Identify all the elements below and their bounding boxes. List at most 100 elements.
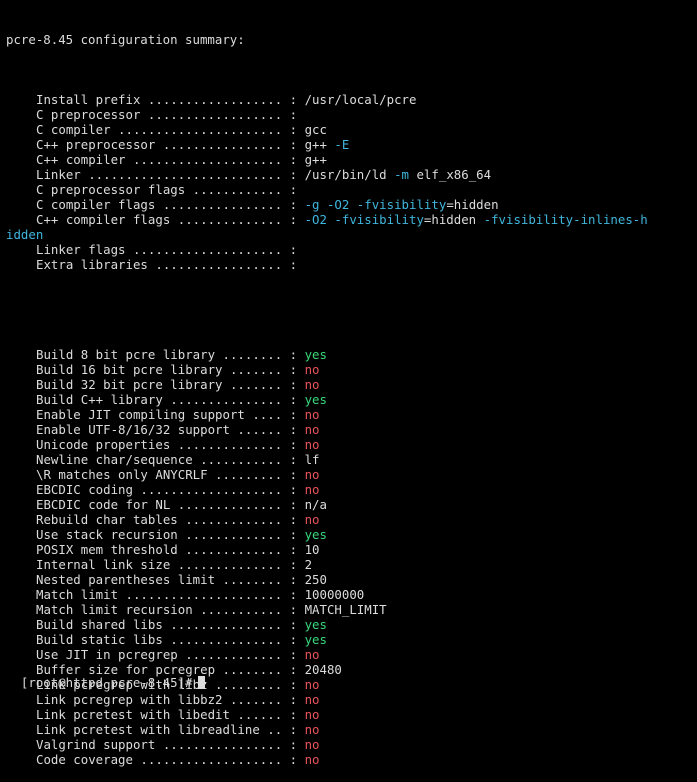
config-row: Build 16 bit pcre library ....... : no — [6, 362, 697, 377]
config-label: Build 32 bit pcre library ....... : — [36, 377, 298, 392]
config-row: Unicode properties .............. : no — [6, 437, 697, 452]
config-row: POSIX mem threshold ............. : 10 — [6, 542, 697, 557]
config-label: Link pcretest with libedit ...... : — [36, 707, 298, 722]
config-label: Build 16 bit pcre library ....... : — [36, 362, 298, 377]
config-row: EBCDIC coding ................... : no — [6, 482, 697, 497]
config-value: 20480 — [304, 662, 342, 677]
config-value: no — [304, 722, 320, 737]
config-value: /usr/bin/ld — [304, 167, 395, 182]
config-row: Rebuild char tables ............. : no — [6, 512, 697, 527]
config-row: Extra libraries ................. : — [6, 257, 697, 272]
config-value: no — [304, 512, 320, 527]
paths-section: Install prefix .................. : /usr… — [6, 92, 697, 272]
config-label: Install prefix .................. : — [36, 92, 298, 107]
config-row: C++ compiler flags .............. : -O2 … — [6, 212, 697, 227]
config-value: yes — [304, 617, 327, 632]
config-value: g++ — [304, 137, 335, 152]
config-label: Rebuild char tables ............. : — [36, 512, 298, 527]
config-label: Match limit recursion ........... : — [36, 602, 298, 617]
config-value: /usr/local/pcre — [304, 92, 417, 107]
config-value: n/a — [304, 497, 327, 512]
config-row: Enable JIT compiling support .... : no — [6, 407, 697, 422]
config-value: no — [304, 467, 320, 482]
config-label: Build shared libs ............... : — [36, 617, 298, 632]
config-row: Use stack recursion ............. : yes — [6, 527, 697, 542]
wrapped-line: idden — [6, 227, 697, 242]
shell-prompt-line[interactable]: [root@httpd pcre-8.45]# — [6, 660, 205, 690]
config-label: C compiler flags ................ : — [36, 197, 298, 212]
config-row: Link pcretest with libedit ...... : no — [6, 707, 697, 722]
config-label: Use stack recursion ............. : — [36, 527, 298, 542]
config-row: Match limit ..................... : 1000… — [6, 587, 697, 602]
config-value: 250 — [304, 572, 327, 587]
features-section: Build 8 bit pcre library ........ : yes B… — [6, 347, 697, 767]
config-value: elf_x86_64 — [409, 167, 492, 182]
config-value: idden — [6, 227, 44, 242]
config-row: Internal link size .............. : 2 — [6, 557, 697, 572]
config-value: -E — [334, 137, 350, 152]
config-value: =hidden — [446, 197, 499, 212]
config-value: no — [304, 362, 320, 377]
config-value: no — [304, 647, 320, 662]
config-value: gcc — [304, 122, 327, 137]
config-value: no — [304, 482, 320, 497]
config-value: -g -O2 -fvisibility — [304, 197, 447, 212]
config-value: =hidden — [423, 212, 484, 227]
config-row: Build shared libs ............... : yes — [6, 617, 697, 632]
config-label: Nested parentheses limit ........ : — [36, 572, 298, 587]
config-label: Build static libs ............... : — [36, 632, 298, 647]
config-label: C++ compiler .................... : — [36, 152, 298, 167]
config-label: Build C++ library ............... : — [36, 392, 298, 407]
config-value: no — [304, 737, 320, 752]
config-row: \R matches only ANYCRLF ......... : no — [6, 467, 697, 482]
config-label: Valgrind support ................ : — [36, 737, 298, 752]
config-value: 2 — [304, 557, 313, 572]
config-value: yes — [304, 632, 327, 647]
config-label: Enable JIT compiling support .... : — [36, 407, 298, 422]
config-label: Match limit ..................... : — [36, 587, 298, 602]
config-label: C preprocessor .................. : — [36, 107, 298, 122]
config-row: Linker flags .................... : — [6, 242, 697, 257]
config-value: g++ — [304, 152, 327, 167]
config-label: C compiler ...................... : — [36, 122, 298, 137]
config-label: Extra libraries ................. : — [36, 257, 298, 272]
config-row: EBCDIC code for NL .............. : n/a — [6, 497, 697, 512]
config-label: Newline char/sequence ........... : — [36, 452, 298, 467]
config-row: Build static libs ............... : yes — [6, 632, 697, 647]
config-label: Internal link size .............. : — [36, 557, 298, 572]
config-value: lf — [304, 452, 320, 467]
config-value: no — [304, 437, 320, 452]
config-label: EBCDIC code for NL .............. : — [36, 497, 298, 512]
config-row: C preprocessor flags ............ : — [6, 182, 697, 197]
config-label: C preprocessor flags ............ : — [36, 182, 298, 197]
config-value: 10000000 — [304, 587, 365, 602]
config-label: Linker .......................... : — [36, 167, 298, 182]
config-label: Enable UTF-8/16/32 support ...... : — [36, 422, 298, 437]
config-row: C++ preprocessor ................ : g++ … — [6, 137, 697, 152]
text-cursor — [197, 676, 205, 689]
config-label: Link pcretest with libreadline .. : — [36, 722, 298, 737]
shell-prompt: [root@httpd pcre-8.45]# — [20, 675, 193, 690]
config-row: Linker .......................... : /usr… — [6, 167, 697, 182]
config-row: Valgrind support ................ : no — [6, 737, 697, 752]
config-row: C compiler ...................... : gcc — [6, 122, 697, 137]
config-value: no — [304, 677, 320, 692]
config-row: Link pcretest with libreadline .. : no — [6, 722, 697, 737]
config-value: MATCH_LIMIT — [304, 602, 387, 617]
config-row: Newline char/sequence ........... : lf — [6, 452, 697, 467]
config-label: Unicode properties .............. : — [36, 437, 298, 452]
config-label: Code coverage ................... : — [36, 752, 298, 767]
config-value: no — [304, 707, 320, 722]
config-value: yes — [304, 527, 327, 542]
summary-heading: pcre-8.45 configuration summary: — [6, 32, 245, 47]
config-value: yes — [304, 347, 327, 362]
config-label: Link pcregrep with libbz2 ....... : — [36, 692, 298, 707]
config-value: no — [304, 407, 320, 422]
config-row: C compiler flags ................ : -g -… — [6, 197, 697, 212]
config-label: \R matches only ANYCRLF ......... : — [36, 467, 298, 482]
terminal-window[interactable]: pcre-8.45 configuration summary: Install… — [0, 0, 697, 767]
config-value: -fvisibility-inlines-h — [483, 212, 648, 227]
config-label: POSIX mem threshold ............. : — [36, 542, 298, 557]
config-value: no — [304, 377, 320, 392]
config-row: Build 8 bit pcre library ........ : yes — [6, 347, 697, 362]
